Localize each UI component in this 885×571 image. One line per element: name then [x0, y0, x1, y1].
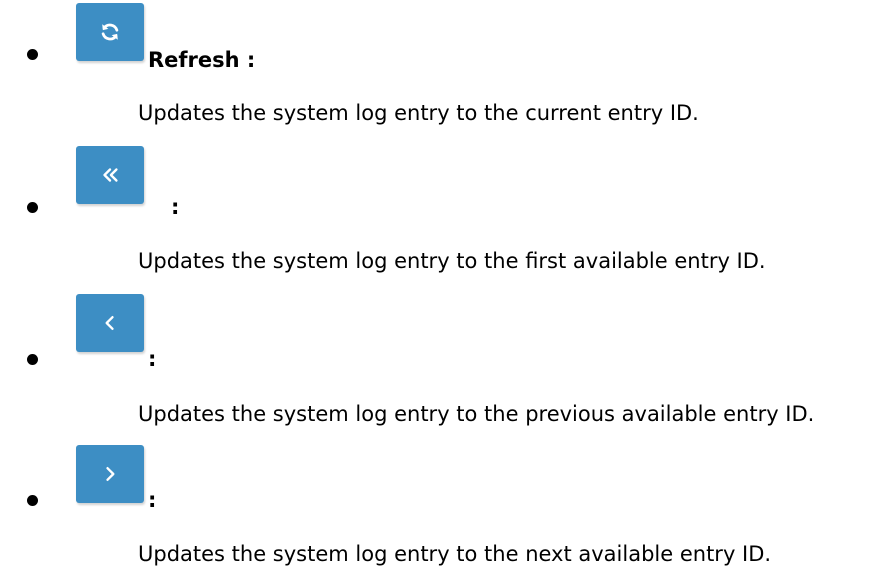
previous-entry-button[interactable]	[76, 294, 144, 352]
item-description: Updates the system log entry to the curr…	[138, 101, 699, 125]
item-title: Refresh :	[148, 48, 256, 72]
bullet	[27, 354, 38, 365]
chevron-left-icon	[100, 313, 120, 333]
item-description: Updates the system log entry to the firs…	[138, 249, 766, 273]
next-entry-button[interactable]	[76, 445, 144, 503]
item-description: Updates the system log entry to the prev…	[138, 402, 815, 426]
first-entry-button[interactable]	[76, 146, 144, 204]
item-title: :	[171, 195, 180, 219]
double-chevron-left-icon	[99, 164, 121, 186]
refresh-button[interactable]	[76, 3, 144, 61]
bullet	[27, 495, 38, 506]
item-title: :	[148, 347, 157, 371]
bullet	[27, 202, 38, 213]
bullet	[27, 49, 38, 60]
refresh-icon	[99, 21, 121, 43]
chevron-right-icon	[100, 464, 120, 484]
item-title: :	[148, 488, 157, 512]
item-description: Updates the system log entry to the next…	[138, 542, 772, 566]
